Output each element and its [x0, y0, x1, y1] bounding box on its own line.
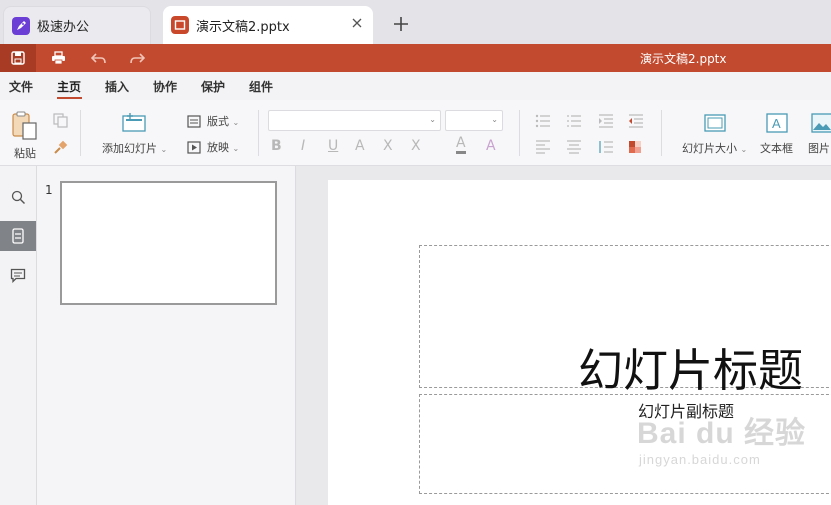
textbox-icon[interactable]: A — [766, 113, 788, 137]
picture-label[interactable]: 图片 — [808, 140, 830, 156]
tab-bar: 极速办公 演示文稿2.pptx — [0, 0, 831, 44]
superscript-button[interactable]: X — [383, 138, 393, 154]
ribbon-toolbar: 粘贴 添加幻灯片 ⌄ 版式 ⌄ 放映 ⌄ ⌄ ⌄ B I U A X X A A… — [0, 100, 831, 166]
paste-icon[interactable] — [11, 111, 39, 145]
rocket-logo-icon — [12, 16, 30, 35]
underline-button[interactable]: U — [328, 138, 338, 154]
tab-document[interactable]: 演示文稿2.pptx — [163, 6, 373, 44]
add-slide-label[interactable]: 添加幻灯片 ⌄ — [102, 140, 167, 156]
menu-bar: 文件 主页 插入 协作 保护 组件 — [0, 72, 831, 100]
numbering-icon[interactable] — [566, 113, 582, 132]
app-window: 极速办公 演示文稿2.pptx 演示文稿2.pptx 文件 主页 插入 协作 保… — [0, 0, 831, 505]
watermark-url: jingyan.baidu.com — [639, 452, 761, 467]
play-text: 放映 — [207, 141, 229, 154]
menu-components[interactable]: 组件 — [249, 78, 273, 95]
ribbon-separator — [519, 110, 520, 156]
line-spacing-icon[interactable] — [598, 139, 614, 158]
subscript-button[interactable]: X — [411, 138, 421, 154]
svg-text:A: A — [772, 116, 781, 131]
layout-label[interactable]: 版式 ⌄ — [207, 113, 239, 129]
quick-access-bar: 演示文稿2.pptx — [0, 44, 831, 72]
slide-thumbnails-pane: 1 — [37, 166, 296, 505]
tab-document-label: 演示文稿2.pptx — [196, 19, 290, 35]
paste-label[interactable]: 粘贴 — [14, 145, 36, 161]
add-slide-icon[interactable] — [122, 112, 146, 136]
baidu-watermark: Bai du 经验 jingyan.baidu.com — [637, 408, 806, 467]
menu-insert[interactable]: 插入 — [105, 78, 129, 95]
font-color-button[interactable]: A — [456, 136, 466, 154]
picture-icon[interactable] — [811, 113, 831, 137]
save-icon[interactable] — [0, 44, 36, 72]
indent-icon[interactable] — [598, 113, 614, 132]
slide-thumbnail[interactable] — [60, 181, 277, 305]
tab-home[interactable]: 极速办公 — [3, 6, 151, 44]
active-menu-indicator — [57, 97, 82, 99]
add-slide-text: 添加幻灯片 — [102, 142, 157, 155]
ribbon-separator — [258, 110, 259, 156]
align-center-icon[interactable] — [566, 139, 582, 158]
clear-format-button[interactable]: A — [486, 138, 496, 154]
close-icon[interactable] — [349, 15, 365, 31]
chevron-down-icon: ⌄ — [429, 115, 436, 124]
watermark-main: Bai du 经验 — [637, 417, 807, 450]
comment-icon[interactable] — [0, 260, 36, 290]
indent-increase-icon[interactable] — [628, 113, 644, 132]
align-left-icon[interactable] — [535, 139, 551, 158]
chevron-down-icon: ⌄ — [491, 115, 498, 124]
slide-title[interactable]: 幻灯片标题 — [578, 334, 803, 399]
undo-icon[interactable] — [80, 44, 116, 72]
menu-collaborate[interactable]: 协作 — [153, 78, 177, 95]
layout-text: 版式 — [207, 115, 229, 128]
font-name-dropdown[interactable]: ⌄ — [268, 110, 441, 131]
play-icon[interactable] — [187, 139, 201, 158]
slide-number: 1 — [45, 183, 53, 197]
slide-size-label[interactable]: 幻灯片大小 ⌄ — [682, 140, 747, 156]
left-rail — [0, 166, 37, 505]
redo-icon[interactable] — [119, 44, 155, 72]
menu-protect[interactable]: 保护 — [201, 78, 225, 95]
presentation-logo-icon — [171, 16, 189, 34]
strikethrough-button[interactable]: A — [355, 138, 365, 154]
font-size-dropdown[interactable]: ⌄ — [445, 110, 503, 131]
shading-icon[interactable] — [628, 139, 642, 158]
menu-home[interactable]: 主页 — [57, 78, 81, 95]
copy-icon[interactable] — [53, 113, 68, 132]
slide-size-text: 幻灯片大小 — [682, 142, 737, 155]
plus-icon[interactable] — [390, 13, 412, 35]
slide-size-icon[interactable] — [704, 114, 726, 136]
print-icon[interactable] — [40, 44, 76, 72]
format-painter-icon[interactable] — [53, 140, 68, 159]
italic-button[interactable]: I — [301, 138, 305, 154]
layout-icon[interactable] — [187, 113, 201, 132]
document-title: 演示文稿2.pptx — [640, 52, 727, 66]
slides-icon[interactable] — [0, 221, 36, 251]
play-label[interactable]: 放映 ⌄ — [207, 139, 239, 155]
bullets-icon[interactable] — [535, 113, 551, 132]
ribbon-separator — [80, 110, 81, 156]
bold-button[interactable]: B — [271, 138, 282, 154]
tab-home-label: 极速办公 — [37, 20, 90, 35]
search-icon[interactable] — [0, 182, 36, 212]
textbox-label[interactable]: 文本框 — [760, 140, 793, 156]
menu-file[interactable]: 文件 — [9, 78, 33, 95]
ribbon-separator — [661, 110, 662, 156]
